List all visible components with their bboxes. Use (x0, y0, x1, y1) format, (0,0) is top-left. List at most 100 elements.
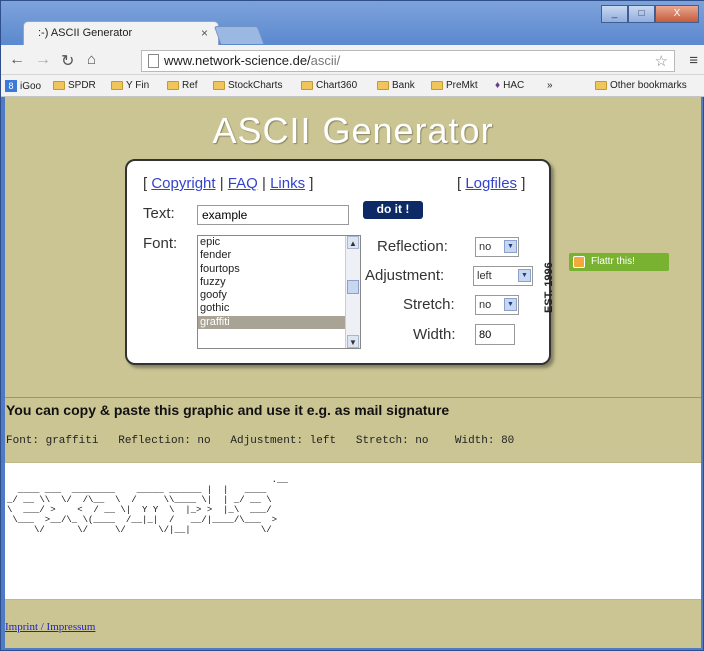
bracket: ] (309, 175, 314, 192)
flattr-button[interactable]: Flattr this! (569, 253, 669, 271)
text-input[interactable] (197, 205, 349, 225)
font-label: Font: (143, 235, 178, 252)
separator: | (261, 175, 266, 192)
chevron-down-icon: ▼ (518, 269, 531, 282)
folder-icon (167, 81, 179, 90)
browser-tab[interactable]: :-) ASCII Generator × (23, 21, 219, 45)
chevron-down-icon: ▼ (504, 298, 517, 311)
forward-arrow-icon[interactable]: → (35, 51, 51, 69)
bracket: ] (521, 175, 526, 192)
back-arrow-icon[interactable]: ← (9, 51, 25, 69)
scroll-up-icon[interactable]: ▲ (347, 236, 359, 249)
page-icon (148, 54, 159, 68)
faq-link[interactable]: FAQ (228, 175, 258, 192)
bookmark-hac[interactable]: ♦ HAC (495, 80, 524, 91)
bookmark-label: Ref (182, 80, 198, 91)
bookmark-label: Other bookmarks (610, 80, 687, 91)
title-bar: :-) ASCII Generator × _ □ X (1, 1, 704, 45)
font-option[interactable]: goofy (198, 289, 360, 302)
bookmark-bank[interactable]: Bank (377, 80, 415, 91)
font-option[interactable]: fourtops (198, 263, 360, 276)
bookmark-label: PreMkt (446, 80, 478, 91)
params-line: Font: graffiti Reflection: no Adjustment… (5, 421, 701, 463)
url-host: www.network-science.de/ (164, 53, 311, 68)
font-option[interactable]: fender (198, 249, 360, 262)
font-option[interactable]: fuzzy (198, 276, 360, 289)
folder-icon (595, 81, 607, 90)
folder-icon (431, 81, 443, 90)
bookmark-label: Bank (392, 80, 415, 91)
url-path: ascii/ (310, 53, 341, 68)
browser-window: :-) ASCII Generator × _ □ X ← → ↻ ⌂ www.… (0, 0, 704, 651)
new-tab-button[interactable] (213, 26, 265, 44)
font-option[interactable]: gothic (198, 302, 360, 315)
separator: | (219, 175, 224, 192)
bracket: [ (457, 175, 462, 192)
bookmark-yfin[interactable]: Y Fin (111, 80, 149, 91)
bookmarks-bar: 8 iGoo SPDR Y Fin Ref StockCharts Chart36… (1, 75, 704, 97)
imprint-link[interactable]: Imprint / Impressum (5, 621, 95, 633)
reflection-label: Reflection: (377, 238, 448, 255)
est-badge: EST. 1996 (543, 262, 555, 313)
adjustment-value: left (477, 270, 492, 282)
page-content: ASCII Generator [ Copyright | FAQ | Link… (5, 97, 701, 648)
logfiles-link[interactable]: Logfiles (465, 175, 517, 192)
folder-icon (213, 81, 225, 90)
bookmark-label: StockCharts (228, 80, 283, 91)
bookmark-label: SPDR (68, 80, 96, 91)
hac-icon: ♦ (495, 80, 501, 91)
maximize-button[interactable]: □ (628, 5, 655, 23)
bookmark-spdr[interactable]: SPDR (53, 80, 96, 91)
window-controls: _ □ X (601, 5, 699, 23)
font-listbox[interactable]: epic fender fourtops fuzzy goofy gothic … (197, 235, 361, 349)
copyright-link[interactable]: Copyright (151, 175, 215, 192)
stretch-label: Stretch: (403, 296, 455, 313)
page-title: ASCII Generator (212, 110, 494, 151)
font-list-scrollbar[interactable]: ▲ ▼ (345, 236, 360, 348)
scroll-down-icon[interactable]: ▼ (347, 335, 359, 348)
close-window-button[interactable]: X (655, 5, 699, 23)
width-label: Width: (413, 326, 456, 343)
home-icon[interactable]: ⌂ (87, 51, 96, 68)
tab-title: :-) ASCII Generator (38, 27, 133, 39)
links-link[interactable]: Links (270, 175, 305, 192)
stretch-select[interactable]: no ▼ (475, 295, 519, 315)
do-it-button[interactable]: do it ! (363, 201, 423, 219)
google-icon: 8 (5, 80, 17, 92)
menu-icon[interactable]: ≡ (689, 52, 698, 69)
bookmark-label: Y Fin (126, 80, 150, 91)
adjustment-label: Adjustment: (365, 267, 445, 284)
reflection-select[interactable]: no ▼ (475, 237, 519, 257)
reload-icon[interactable]: ↻ (61, 51, 74, 71)
flattr-icon (573, 256, 585, 268)
star-icon[interactable]: ☆ (655, 52, 668, 70)
copy-note: You can copy & paste this graphic and us… (5, 397, 701, 421)
bookmark-premkt[interactable]: PreMkt (431, 80, 478, 91)
top-links: [ Copyright | FAQ | Links ] (143, 175, 313, 192)
bookmarks-overflow[interactable]: » (547, 80, 553, 91)
ascii-art-output: .__ ____ ___ ________ _____ ______ | | _… (5, 463, 701, 599)
bookmark-label: iGoo (20, 80, 42, 92)
font-option[interactable]: epic (198, 236, 360, 249)
tab-close-icon[interactable]: × (201, 26, 208, 40)
folder-icon (111, 81, 123, 90)
font-option-selected[interactable]: graffiti (198, 315, 360, 330)
header-area: ASCII Generator [ Copyright | FAQ | Link… (5, 97, 701, 397)
bookmark-other[interactable]: Other bookmarks (595, 80, 687, 91)
bookmark-ref[interactable]: Ref (167, 80, 198, 91)
generator-panel: [ Copyright | FAQ | Links ] [ Logfiles ]… (125, 159, 555, 365)
bookmark-igoo[interactable]: 8 iGoo (5, 80, 41, 92)
chevron-down-icon: ▼ (504, 240, 517, 253)
text-label: Text: (143, 205, 175, 222)
folder-icon (301, 81, 313, 90)
browser-toolbar: ← → ↻ ⌂ www.network-science.de/ascii/ ☆ … (1, 45, 704, 75)
bookmark-chart360[interactable]: Chart360 (301, 80, 357, 91)
scroll-thumb[interactable] (347, 280, 359, 294)
adjustment-select[interactable]: left ▼ (473, 266, 533, 286)
minimize-button[interactable]: _ (601, 5, 628, 23)
bookmark-label: Chart360 (316, 80, 358, 91)
folder-icon (377, 81, 389, 90)
address-bar[interactable]: www.network-science.de/ascii/ ☆ (141, 50, 675, 72)
bookmark-stockcharts[interactable]: StockCharts (213, 80, 282, 91)
width-input[interactable] (475, 324, 515, 345)
